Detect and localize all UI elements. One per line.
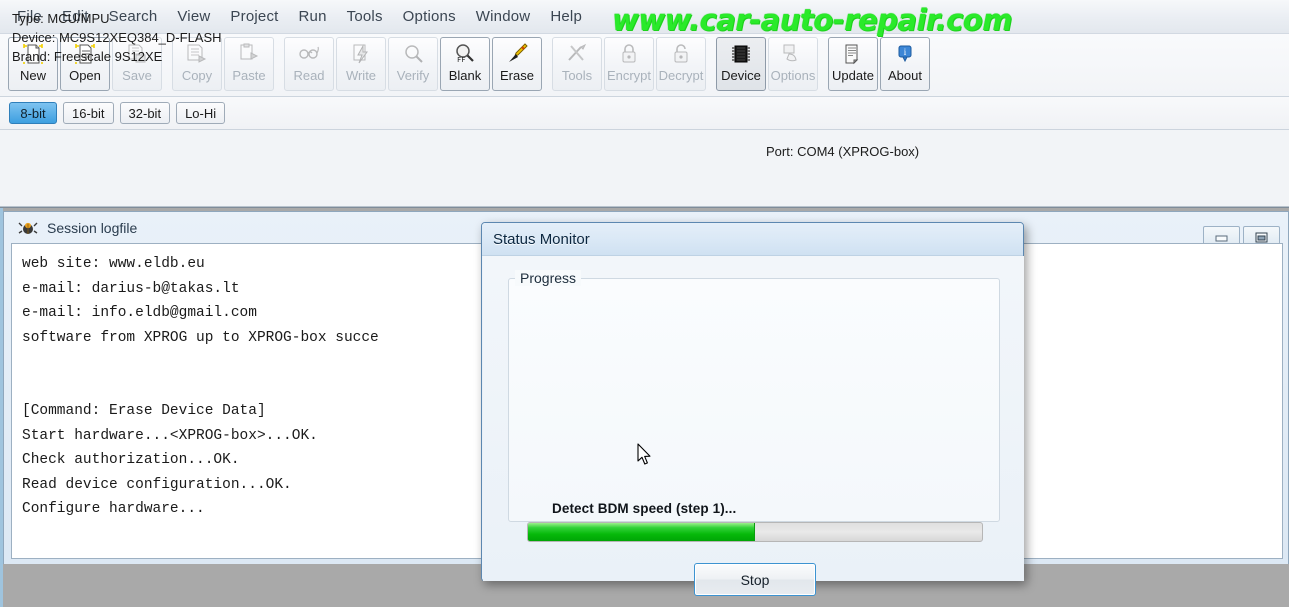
options-icon xyxy=(778,41,808,67)
device-button[interactable]: Device xyxy=(716,37,766,91)
menu-item-tools[interactable]: Tools xyxy=(338,4,392,29)
new-button-label: New xyxy=(19,68,46,83)
menu-item-run[interactable]: Run xyxy=(290,4,336,29)
session-logfile-title: Session logfile xyxy=(47,219,138,236)
progress-bar-fill xyxy=(528,523,755,541)
about-button-label: About xyxy=(888,68,922,83)
read-button-label: Read xyxy=(293,68,325,83)
blank-button-label: Blank xyxy=(448,68,482,83)
decrypt-button[interactable]: Decrypt xyxy=(656,37,706,91)
read-button[interactable]: Read xyxy=(284,37,334,91)
about-button[interactable]: i About xyxy=(880,37,930,91)
status-monitor-title: Status Monitor xyxy=(493,230,590,248)
verify-button-label: Verify xyxy=(396,68,430,83)
update-button[interactable]: Update xyxy=(828,37,878,91)
erase-button-label: Erase xyxy=(500,68,534,83)
progress-status-text: Detect BDM speed (step 1)... xyxy=(552,501,737,516)
write-bolt-icon xyxy=(346,41,376,67)
progress-groupbox-label: Progress xyxy=(515,270,582,286)
bit-mode-lohi[interactable]: Lo-Hi xyxy=(176,102,226,124)
blank-check-icon: FF xyxy=(450,41,480,67)
menu-item-options[interactable]: Options xyxy=(394,4,465,29)
status-monitor-dialog: Status Monitor Detect BDM speed (step 1)… xyxy=(481,222,1024,596)
write-button-label: Write xyxy=(345,68,377,83)
update-doc-icon xyxy=(838,41,868,67)
device-button-label: Device xyxy=(721,68,761,83)
paste-icon xyxy=(234,41,264,67)
session-log-text: web site: www.eldb.eu e-mail: darius-b@t… xyxy=(22,256,379,517)
chip-icon xyxy=(726,41,756,67)
tools-button[interactable]: Tools xyxy=(552,37,602,91)
device-type-line: Type: MCU/MPU xyxy=(12,11,110,26)
update-button-label: Update xyxy=(832,68,874,83)
options-button-label: Options xyxy=(770,68,816,83)
about-info-icon: i xyxy=(890,41,920,67)
svg-text:FF: FF xyxy=(457,56,465,64)
verify-button[interactable]: Verify xyxy=(388,37,438,91)
options-button[interactable]: Options xyxy=(768,37,818,91)
port-line: Port: COM4 (XPROG-box) xyxy=(766,144,920,159)
bit-mode-32bit[interactable]: 32-bit xyxy=(119,102,171,124)
tools-icon xyxy=(562,41,592,67)
lock-open-icon xyxy=(666,41,696,67)
blank-button[interactable]: FF Blank xyxy=(440,37,490,91)
erase-button[interactable]: Erase xyxy=(492,37,542,91)
menu-item-help[interactable]: Help xyxy=(541,4,591,29)
bit-mode-toolbar: 8-bit 16-bit 32-bit Lo-Hi xyxy=(0,97,1289,130)
lock-closed-icon xyxy=(614,41,644,67)
bit-mode-8bit[interactable]: 8-bit xyxy=(9,102,57,124)
device-brand-line: Brand: Freescale 9S12XE xyxy=(12,49,163,64)
copy-button-label: Copy xyxy=(181,68,213,83)
bit-mode-16bit[interactable]: 16-bit xyxy=(63,102,114,124)
paste-button-label: Paste xyxy=(232,68,266,83)
device-name-line: Device: MC9S12XEQ384_D-FLASH xyxy=(12,30,222,45)
status-monitor-body: Detect BDM speed (step 1)... Progress St… xyxy=(483,256,1024,596)
menu-item-window[interactable]: Window xyxy=(467,4,540,29)
device-info-panel xyxy=(0,130,1289,207)
menu-item-project[interactable]: Project xyxy=(221,4,287,29)
stop-button[interactable]: Stop xyxy=(694,563,816,596)
progress-bar xyxy=(527,522,983,542)
erase-pencil-icon xyxy=(502,41,532,67)
decrypt-button-label: Decrypt xyxy=(658,68,704,83)
tools-button-label: Tools xyxy=(561,68,593,83)
encrypt-button[interactable]: Encrypt xyxy=(604,37,654,91)
progress-groupbox: Detect BDM speed (step 1)... xyxy=(508,278,1000,542)
encrypt-button-label: Encrypt xyxy=(606,68,652,83)
status-monitor-titlebar[interactable]: Status Monitor xyxy=(482,223,1023,256)
xprog-application-window: File Edit Search View Project Run Tools … xyxy=(0,0,1289,607)
verify-magnifier-icon xyxy=(398,41,428,67)
device-info-lines: Type: MCU/MPU Device: MC9S12XEQ384_D-FLA… xyxy=(12,9,222,66)
paste-button[interactable]: Paste xyxy=(224,37,274,91)
read-glasses-icon xyxy=(294,41,324,67)
write-button[interactable]: Write xyxy=(336,37,386,91)
open-button-label: Open xyxy=(69,68,101,83)
save-button-label: Save xyxy=(122,68,152,83)
bug-icon xyxy=(18,220,38,236)
